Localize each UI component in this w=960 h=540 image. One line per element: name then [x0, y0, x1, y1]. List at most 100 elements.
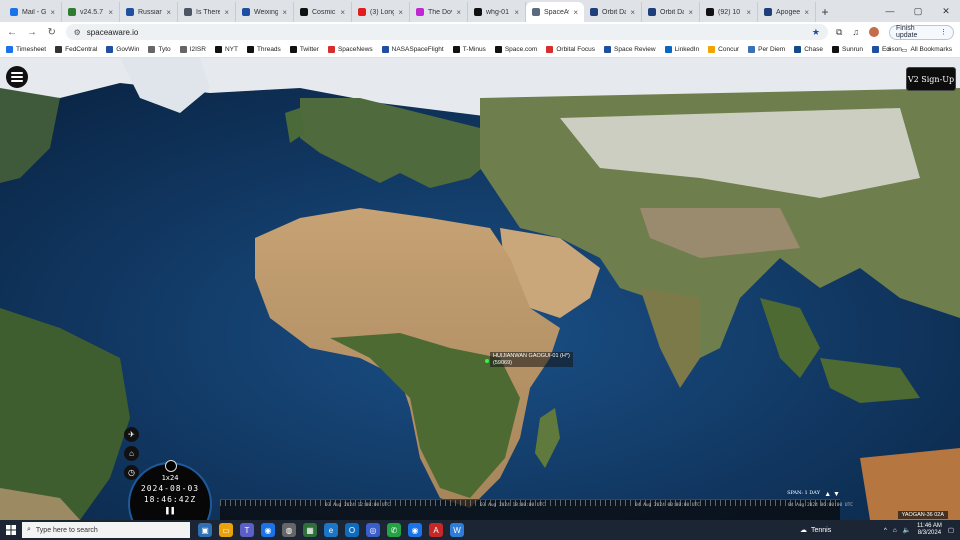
url-bar[interactable]: ⚙ spaceaware.io ★: [65, 24, 828, 40]
app-icon[interactable]: ◍: [282, 523, 296, 537]
site-info-icon[interactable]: ⚙: [74, 28, 81, 37]
bookmark-item[interactable]: Twitter: [289, 46, 319, 53]
bookmark-item[interactable]: SpaceNews: [327, 46, 373, 53]
back-arrow-icon[interactable]: ←: [6, 27, 18, 38]
minimize-button[interactable]: —: [876, 0, 904, 22]
bookmark-item[interactable]: Tyto: [148, 46, 171, 53]
new-tab-button[interactable]: +: [816, 2, 834, 22]
reload-icon[interactable]: ↻: [46, 27, 58, 38]
teams-icon[interactable]: T: [240, 523, 254, 537]
bookmark-item[interactable]: Per Diem: [748, 46, 785, 53]
bookmark-item[interactable]: I2ISR: [179, 46, 206, 53]
browser-tab[interactable]: v24.5.7 T ×: [62, 2, 120, 22]
media-controls-icon[interactable]: ♫: [852, 27, 859, 37]
bookmark-item[interactable]: Concur: [708, 46, 739, 53]
bookmark-item[interactable]: NASASpaceFlight: [381, 46, 444, 53]
tab-close-icon[interactable]: ×: [108, 8, 113, 17]
bookmark-item[interactable]: Space Review: [604, 46, 656, 53]
acrobat-icon[interactable]: A: [429, 523, 443, 537]
browser-tab[interactable]: Is There ×: [178, 2, 236, 22]
task-view-icon[interactable]: ▣: [198, 523, 212, 537]
bookmark-star-icon[interactable]: ★: [812, 27, 820, 38]
browser-tab[interactable]: Russian ×: [120, 2, 178, 22]
time-dial-knob[interactable]: [165, 460, 177, 472]
satellite-marker[interactable]: [485, 359, 489, 363]
tab-close-icon[interactable]: ×: [340, 8, 345, 17]
outlook-icon[interactable]: O: [345, 523, 359, 537]
finish-update-button[interactable]: Finish update ⋮: [888, 24, 954, 40]
tab-close-icon[interactable]: ×: [398, 8, 403, 17]
browser-tab[interactable]: (92) 10 ×: [700, 2, 758, 22]
weather-widget[interactable]: ☁ Tennis: [800, 520, 831, 540]
system-tray: ^ ⌂ 🔈 11:46 AM 8/3/2024 ▢: [884, 520, 960, 540]
start-windows-icon[interactable]: [0, 520, 22, 540]
browser-tab[interactable]: Mail - Gi ×: [4, 2, 62, 22]
span-arrows-icon[interactable]: ▲ ▼: [824, 491, 840, 498]
maximize-button[interactable]: ▢: [904, 0, 932, 22]
bookmark-item[interactable]: LinkedIn: [664, 46, 699, 53]
close-window-button[interactable]: ✕: [932, 0, 960, 22]
bookmark-favicon-icon: [664, 46, 672, 53]
system-clock[interactable]: 11:46 AM 8/3/2024: [917, 523, 942, 537]
bookmark-item[interactable]: Chase: [794, 46, 823, 53]
tab-close-icon[interactable]: ×: [282, 8, 287, 17]
satellite-label[interactable]: HUIJIANWAN GAOGUI-01 (H*) (59069): [490, 352, 573, 367]
tab-close-icon[interactable]: ×: [50, 8, 55, 17]
tab-close-icon[interactable]: ×: [166, 8, 171, 17]
all-bookmarks-folder[interactable]: ▭ All Bookmarks: [901, 46, 952, 54]
bookmark-item[interactable]: Space.com: [494, 46, 537, 53]
network-icon[interactable]: ⌂: [893, 527, 897, 534]
browser-tab[interactable]: whg-01 ×: [468, 2, 526, 22]
signup-button[interactable]: V2 Sign-Up: [906, 67, 956, 91]
bookmark-item[interactable]: T-Minus: [452, 46, 486, 53]
taskbar-search-box[interactable]: ⌕ Type here to search: [22, 522, 190, 538]
bookmark-item[interactable]: Timesheet: [6, 46, 46, 53]
main-menu-button[interactable]: [6, 66, 28, 88]
whatsapp-icon[interactable]: ✆: [387, 523, 401, 537]
tab-close-icon[interactable]: ×: [688, 8, 693, 17]
satellite-icon[interactable]: ✈: [124, 427, 139, 442]
zoom-icon[interactable]: ◎: [366, 523, 380, 537]
browser-tab[interactable]: Cosmic ×: [294, 2, 352, 22]
tab-close-icon[interactable]: ×: [630, 8, 635, 17]
bookmark-favicon-icon: [106, 46, 114, 53]
tab-close-icon[interactable]: ×: [573, 8, 578, 17]
browser-tab[interactable]: Orbit Da ×: [584, 2, 642, 22]
chrome-icon[interactable]: ◉: [261, 523, 275, 537]
edge-icon[interactable]: e: [324, 523, 338, 537]
tab-close-icon[interactable]: ×: [804, 8, 809, 17]
bookmark-item[interactable]: NYT: [214, 46, 238, 53]
tab-close-icon[interactable]: ×: [224, 8, 229, 17]
timeline-scrubber[interactable]: 03 Aug 2024 12:00:00 UTC 03 Aug 2024 18:…: [220, 499, 853, 520]
bookmark-item[interactable]: FedCentral: [55, 46, 97, 53]
home-icon[interactable]: ⌂: [124, 446, 139, 461]
bookmark-item[interactable]: Threads: [246, 46, 281, 53]
word-icon[interactable]: W: [450, 523, 464, 537]
earth-map-viewport[interactable]: V2 Sign-Up HUIJIANWAN GAOGUI-01 (H*) (59…: [0, 58, 960, 520]
tray-chevron-icon[interactable]: ^: [884, 527, 887, 534]
chrome-2-icon[interactable]: ◉: [408, 523, 422, 537]
calculator-icon[interactable]: ▦: [303, 523, 317, 537]
more-bookmarks-chevron-icon[interactable]: »: [888, 46, 892, 53]
browser-tab[interactable]: Weixing ×: [236, 2, 294, 22]
tab-close-icon[interactable]: ×: [746, 8, 751, 17]
volume-icon[interactable]: 🔈: [903, 526, 911, 534]
notification-icon[interactable]: ▢: [948, 526, 954, 534]
extensions-icon[interactable]: ⧉: [836, 27, 842, 38]
browser-tab[interactable]: SpaceAw ×: [526, 2, 584, 22]
browser-tab[interactable]: (3) Long ×: [352, 2, 410, 22]
pause-icon[interactable]: ❚❚: [165, 506, 176, 516]
file-explorer-icon[interactable]: ▭: [219, 523, 233, 537]
browser-tab[interactable]: Orbit Da ×: [642, 2, 700, 22]
browser-tab[interactable]: The Dov ×: [410, 2, 468, 22]
bookmark-item[interactable]: Sunrun: [832, 46, 863, 53]
tab-favicon-icon: [300, 8, 308, 16]
bookmark-item[interactable]: GovWin: [106, 46, 139, 53]
profile-avatar[interactable]: [869, 27, 879, 37]
tab-close-icon[interactable]: ×: [514, 8, 519, 17]
browser-tab[interactable]: Apogee ×: [758, 2, 816, 22]
forward-arrow-icon[interactable]: →: [26, 27, 38, 38]
tab-close-icon[interactable]: ×: [456, 8, 461, 17]
tracked-object-label[interactable]: YAOGAN-36 02A: [897, 511, 948, 519]
bookmark-item[interactable]: Orbital Focus: [546, 46, 595, 53]
